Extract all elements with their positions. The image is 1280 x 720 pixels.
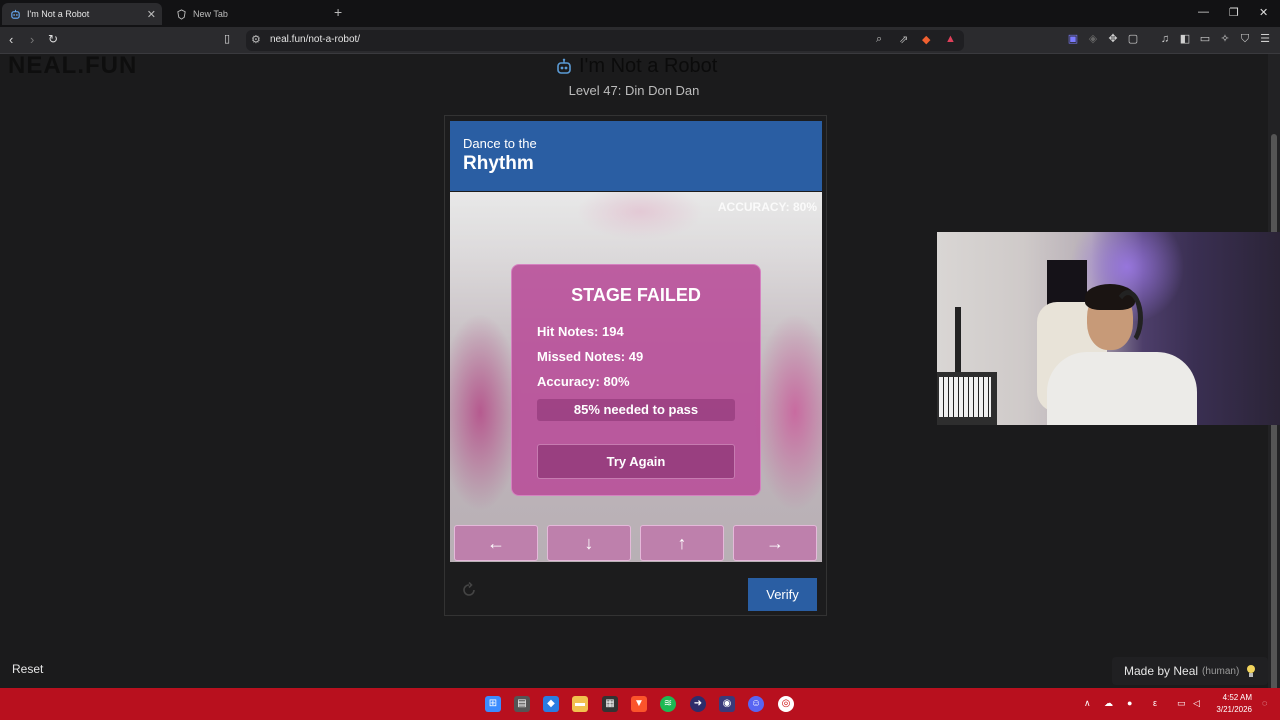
taskbar-clock[interactable]: 4:52 AM 3/21/2026: [1207, 692, 1252, 716]
made-by-text: Made by Neal: [1124, 664, 1199, 678]
share-icon[interactable]: ⇗: [899, 33, 908, 46]
robot-icon: [557, 58, 571, 74]
reload-icon[interactable]: ↻: [48, 32, 58, 46]
extensions-puzzle-icon[interactable]: ✥: [1106, 32, 1120, 46]
screenshot-icon[interactable]: ▢: [1126, 32, 1140, 46]
brave-browser-icon[interactable]: ▼: [631, 696, 647, 712]
language-icon[interactable]: ε: [1153, 698, 1157, 708]
new-tab-plus-icon[interactable]: +: [334, 4, 342, 20]
menu-icon[interactable]: ☰: [1258, 32, 1272, 46]
task-view-icon[interactable]: ▤: [514, 696, 530, 712]
rhythm-game-area[interactable]: ACCURACY: 80% STAGE FAILED Hit Notes: 19…: [450, 192, 822, 562]
bookmark-icon[interactable]: ▯: [224, 32, 230, 45]
captcha-widget: Dance to the Rhythm ACCURACY: 80% STAGE …: [444, 115, 827, 616]
made-by-badge[interactable]: Made by Neal (human): [1112, 657, 1268, 685]
volume-icon[interactable]: ◁: [1193, 698, 1200, 709]
tray-overflow-icon[interactable]: ∧: [1084, 698, 1091, 709]
wallet-icon[interactable]: ▭: [1198, 32, 1212, 46]
level-label: Level 47: Din Don Dan: [568, 83, 700, 98]
headphones: [1113, 290, 1143, 346]
tab-title: New Tab: [193, 9, 228, 19]
notifications-icon[interactable]: ◌: [1262, 698, 1267, 708]
verify-button[interactable]: Verify: [748, 578, 817, 611]
site-info-icon[interactable]: ⚙: [251, 33, 261, 46]
tab-strip: I'm Not a Robot ✕ New Tab + — ❐ ✕: [0, 0, 1280, 27]
try-again-button[interactable]: Try Again: [537, 444, 735, 479]
hit-notes-stat: Hit Notes: 194: [537, 324, 624, 339]
extension-twitch-icon[interactable]: ▣: [1066, 32, 1080, 46]
arrow-up-button[interactable]: ↑: [640, 525, 724, 561]
tab-new-tab[interactable]: New Tab: [168, 3, 328, 25]
windows-taskbar: ⊞ ▤ ◆ ▬ ▼ ▦ ≋ ➜ ◉ ☺ ◎ ∧ ☁ ● ε ▭ ◁ 4:52 A…: [0, 688, 1280, 720]
copilot-icon[interactable]: ◆: [543, 696, 559, 712]
sidebar-icon[interactable]: ◧: [1178, 32, 1192, 46]
window-close-icon[interactable]: ✕: [1259, 6, 1268, 19]
captcha-instruction: Dance to the: [463, 136, 537, 151]
forward-icon[interactable]: ›: [30, 32, 34, 47]
captcha-footer: Verify: [450, 566, 822, 612]
robot-favicon-icon: [11, 9, 20, 19]
network-icon[interactable]: ▭: [1177, 698, 1186, 709]
page-title: I'm Not a Robot: [555, 55, 717, 78]
mic-icon[interactable]: ●: [1127, 698, 1132, 708]
clock-time: 4:52 AM: [1222, 693, 1252, 702]
stage-failed-panel: STAGE FAILED Hit Notes: 194 Missed Notes…: [511, 264, 761, 496]
url-text[interactable]: neal.fun/not-a-robot/: [270, 34, 360, 45]
refresh-icon[interactable]: [460, 581, 478, 599]
restore-icon[interactable]: ❐: [1229, 6, 1239, 19]
missed-notes-stat: Missed Notes: 49: [537, 349, 644, 364]
brave-rewards-icon[interactable]: ▲: [945, 33, 956, 45]
keyboard: [939, 377, 991, 417]
human-label: (human): [1202, 665, 1240, 677]
onedrive-icon[interactable]: ☁: [1104, 698, 1113, 709]
app-icon[interactable]: ➜: [690, 696, 706, 712]
media-icon[interactable]: ♫: [1158, 32, 1172, 46]
stage-failed-title: STAGE FAILED: [571, 285, 701, 305]
leo-ai-icon[interactable]: ✧: [1218, 32, 1232, 46]
file-explorer-icon[interactable]: ▬: [572, 696, 588, 712]
start-icon[interactable]: ⊞: [485, 696, 501, 712]
brave-shield-icon: [177, 8, 186, 20]
arrow-down-button[interactable]: ↓: [547, 525, 631, 561]
page-title-text: I'm Not a Robot: [579, 55, 718, 77]
discord-icon[interactable]: ☺: [748, 696, 764, 712]
lightbulb-icon: [1247, 665, 1256, 677]
pass-requirement: 85% needed to pass: [537, 399, 735, 421]
minimize-icon[interactable]: —: [1198, 6, 1209, 18]
tab-title: I'm Not a Robot: [27, 9, 90, 19]
scrollbar-thumb[interactable]: [1271, 134, 1277, 720]
accuracy-readout: ACCURACY: 80%: [717, 200, 817, 214]
accuracy-stat: Accuracy: 80%: [537, 374, 630, 389]
captcha-challenge-title: Rhythm: [463, 153, 534, 174]
clapperboard-icon[interactable]: ▦: [602, 696, 618, 712]
zoom-icon[interactable]: ⌕: [876, 33, 882, 46]
arrow-right-button[interactable]: →: [733, 525, 817, 561]
browser-toolbar: ‹ › ↻ ▯ ⚙ neal.fun/not-a-robot/ ⌕ ⇗ ◆ ▲ …: [0, 27, 1280, 54]
brave-shields-icon[interactable]: ◆: [922, 33, 930, 46]
chrome-icon[interactable]: ◎: [778, 696, 794, 712]
vpn-shield-icon[interactable]: ⛉: [1238, 32, 1252, 46]
captcha-header: Dance to the Rhythm: [450, 121, 822, 191]
mic-stand: [955, 307, 961, 377]
close-tab-icon[interactable]: ✕: [147, 8, 156, 21]
clock-date: 3/21/2026: [1216, 705, 1252, 714]
streamer-shirt: [1047, 352, 1197, 425]
obs-icon[interactable]: ◉: [719, 696, 735, 712]
spotify-icon[interactable]: ≋: [660, 696, 676, 712]
extension-icon[interactable]: ◈: [1086, 32, 1100, 46]
tab-im-not-a-robot[interactable]: I'm Not a Robot ✕: [2, 3, 162, 25]
reset-button[interactable]: Reset: [12, 662, 43, 676]
back-icon[interactable]: ‹: [9, 32, 13, 47]
address-bar[interactable]: ⚙ neal.fun/not-a-robot/ ⌕ ⇗ ◆ ▲: [246, 30, 964, 51]
site-logo[interactable]: NEAL.FUN: [8, 52, 137, 80]
webcam-overlay: [937, 232, 1280, 425]
arrow-left-button[interactable]: ←: [454, 525, 538, 561]
